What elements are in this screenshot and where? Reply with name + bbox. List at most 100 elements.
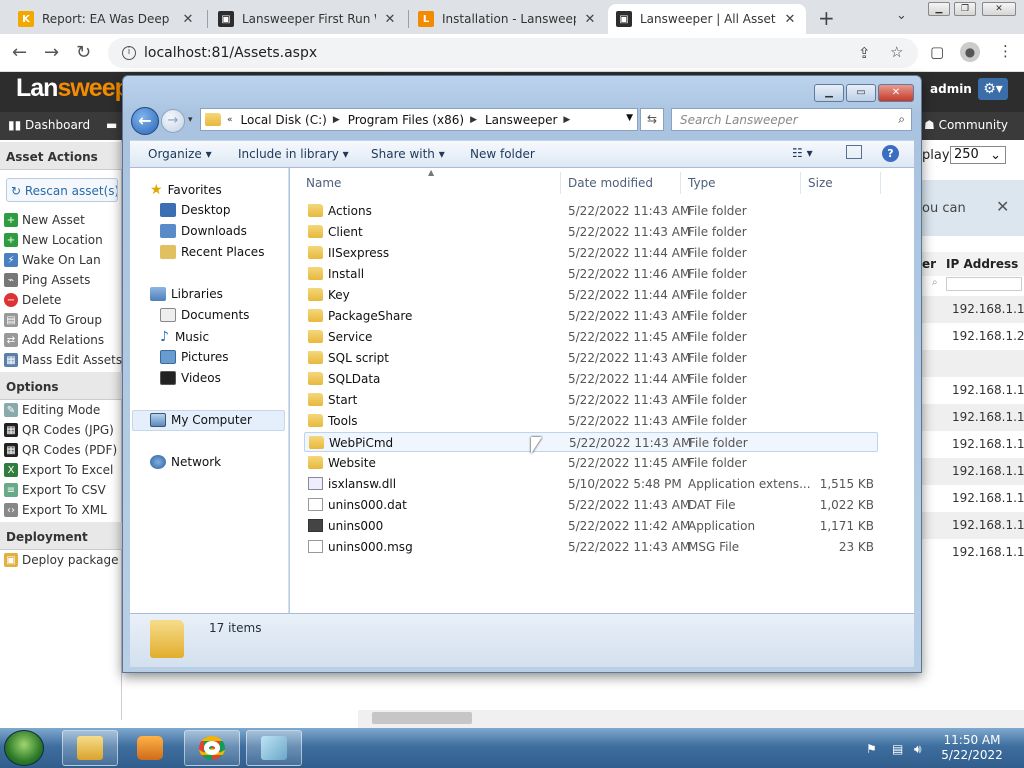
display-count-select[interactable]: 250 ⌄: [950, 146, 1006, 164]
start-button[interactable]: [4, 730, 44, 766]
preview-pane-icon[interactable]: [846, 145, 862, 159]
action-ping-assets[interactable]: ⌁ Ping Assets: [4, 273, 90, 287]
close-window-button[interactable]: ✕: [878, 84, 914, 102]
browser-minimize-button[interactable]: ▁: [928, 2, 950, 16]
table-row[interactable]: 192.168.1.15: [922, 512, 1024, 539]
action-wake-on-lan[interactable]: ⚡ Wake On Lan: [4, 253, 101, 267]
close-tab-icon[interactable]: ✕: [582, 12, 598, 27]
action-add-relations[interactable]: ⇄ Add Relations: [4, 333, 104, 347]
new-folder-button[interactable]: New folder: [470, 147, 535, 161]
option-editing-mode[interactable]: ✎ Editing Mode: [4, 403, 100, 417]
close-tab-icon[interactable]: ✕: [382, 12, 398, 27]
explorer-back-button[interactable]: ←: [131, 107, 159, 135]
address-dropdown-icon[interactable]: ▼: [626, 113, 633, 123]
file-row[interactable]: SQL script 5/22/2022 11:43 AM File folder: [304, 348, 878, 368]
side-panel-icon[interactable]: ▢: [930, 43, 944, 61]
table-row[interactable]: 192.168.1.1: [922, 296, 1024, 323]
recent-pages-chevron-icon[interactable]: ▾: [188, 115, 193, 125]
file-row[interactable]: Start 5/22/2022 11:43 AM File folder: [304, 390, 878, 410]
column-name[interactable]: Name: [306, 176, 341, 190]
maximize-button[interactable]: ▭: [846, 84, 876, 102]
browser-tab-1[interactable]: K Report: EA Was Deep In N ✕: [10, 4, 204, 34]
file-row[interactable]: Tools 5/22/2022 11:43 AM File folder: [304, 411, 878, 431]
file-row[interactable]: unins000.msg 5/22/2022 11:43 AM MSG File 23…: [304, 537, 878, 557]
lansweeper-logo[interactable]: Lansweep: [16, 74, 130, 103]
action-delete[interactable]: − Delete: [4, 293, 61, 307]
rescan-button[interactable]: ↻ Rescan asset(s): [6, 178, 118, 202]
file-row[interactable]: Install 5/22/2022 11:46 AM File folder: [304, 264, 878, 284]
explorer-address-bar[interactable]: « Local Disk (C:) ▶ Program Files (x86) ▶ …: [200, 108, 638, 131]
action-new-location[interactable]: + New Location: [4, 233, 103, 247]
file-row[interactable]: SQLData 5/22/2022 11:44 AM File folder: [304, 369, 878, 389]
file-row[interactable]: Key 5/22/2022 11:44 AM File folder: [304, 285, 878, 305]
action-add-to-group[interactable]: ▤ Add To Group: [4, 313, 102, 327]
action-center-icon[interactable]: ⚑: [866, 742, 877, 756]
share-with-button[interactable]: Share with ▾: [371, 147, 445, 161]
new-tab-button[interactable]: +: [818, 6, 835, 30]
close-notice-icon[interactable]: ✕: [996, 197, 1009, 216]
file-row[interactable]: Actions 5/22/2022 11:43 AM File folder: [304, 201, 878, 221]
explorer-search-input[interactable]: Search Lansweeper ⌕: [671, 108, 912, 131]
forward-arrow-icon[interactable]: →: [44, 42, 59, 63]
browser-tab-2[interactable]: ▣ Lansweeper First Run Wiz ✕: [210, 4, 406, 34]
organize-button[interactable]: Organize ▾: [148, 147, 212, 161]
back-arrow-icon[interactable]: ←: [12, 42, 27, 63]
column-size[interactable]: Size: [808, 176, 833, 190]
file-row[interactable]: Service 5/22/2022 11:45 AM File folder: [304, 327, 878, 347]
option-qr-jpg[interactable]: ▦ QR Codes (JPG): [4, 423, 114, 437]
table-row[interactable]: 192.168.1.11: [922, 404, 1024, 431]
tab-search-chevron-icon[interactable]: ⌄: [896, 8, 907, 23]
bookmark-star-icon[interactable]: ☆: [890, 43, 903, 61]
option-export-xml[interactable]: ‹› Export To XML: [4, 503, 107, 517]
file-row[interactable]: Client 5/22/2022 11:43 AM File folder: [304, 222, 878, 242]
browser-tab-4-active[interactable]: ▣ Lansweeper | All Assets ✕: [608, 4, 806, 34]
browser-close-button[interactable]: ✕: [982, 2, 1016, 16]
action-mass-edit[interactable]: ▦ Mass Edit Assets: [4, 353, 122, 367]
file-row[interactable]: unins000.dat 5/22/2022 11:43 AM DAT File 1,…: [304, 495, 878, 515]
option-export-csv[interactable]: ≡ Export To CSV: [4, 483, 106, 497]
grid-filter-row[interactable]: ⌕: [922, 276, 1024, 294]
table-row[interactable]: 192.168.1.14: [922, 485, 1024, 512]
help-icon[interactable]: ?: [882, 145, 899, 162]
include-in-library-button[interactable]: Include in library ▾: [238, 147, 349, 161]
column-date-modified[interactable]: Date modified: [568, 176, 653, 190]
nav-desktop[interactable]: Desktop: [160, 203, 231, 217]
file-row[interactable]: isxlansw.dll 5/10/2022 5:48 PM Application…: [304, 474, 878, 494]
refresh-button[interactable]: ⇆: [640, 108, 664, 131]
table-row[interactable]: 192.168.1.25: [922, 323, 1024, 350]
nav-videos[interactable]: Videos: [160, 371, 221, 385]
taskbar-chrome[interactable]: [184, 730, 240, 766]
deploy-package[interactable]: ▣ Deploy package: [4, 553, 119, 567]
table-row[interactable]: [922, 350, 1024, 377]
volume-icon[interactable]: 🔊︎: [914, 742, 922, 757]
close-tab-icon[interactable]: ✕: [782, 12, 798, 27]
nav-music[interactable]: ♪ Music: [160, 329, 209, 345]
nav-documents[interactable]: Documents: [160, 308, 249, 322]
file-row[interactable]: IISexpress 5/22/2022 11:44 AM File folder: [304, 243, 878, 263]
breadcrumb-local-disk[interactable]: Local Disk (C:): [241, 113, 327, 127]
site-info-icon[interactable]: i: [122, 46, 136, 60]
table-row[interactable]: 192.168.1.13: [922, 458, 1024, 485]
change-view-icon[interactable]: ☷ ▾: [792, 146, 813, 160]
nav-pictures[interactable]: Pictures: [160, 350, 229, 364]
settings-gear-icon[interactable]: ⚙▾: [978, 78, 1008, 100]
nav-dashboard[interactable]: ▮▮ Dashboard: [8, 118, 90, 132]
address-bar[interactable]: i localhost:81/Assets.aspx: [108, 38, 918, 68]
system-clock[interactable]: 11:50 AM 5/22/2022: [932, 733, 1012, 763]
network-tray-icon[interactable]: ▤: [892, 742, 903, 756]
nav-favorites[interactable]: ★ Favorites: [150, 182, 222, 198]
menu-kebab-icon[interactable]: ⋮: [998, 42, 1013, 60]
table-row[interactable]: 192.168.1.12: [922, 431, 1024, 458]
close-tab-icon[interactable]: ✕: [180, 12, 196, 27]
browser-tab-3[interactable]: L Installation - Lansweeper ✕: [410, 4, 606, 34]
nav-partial-item[interactable]: ▬: [106, 118, 117, 132]
nav-my-computer[interactable]: My Computer: [150, 413, 252, 427]
column-type[interactable]: Type: [688, 176, 716, 190]
option-export-excel[interactable]: X Export To Excel: [4, 463, 113, 477]
action-new-asset[interactable]: + New Asset: [4, 213, 85, 227]
file-row[interactable]: PackageShare 5/22/2022 11:43 AM File folde…: [304, 306, 878, 326]
nav-downloads[interactable]: Downloads: [160, 224, 247, 238]
nav-community[interactable]: ☗ Community: [924, 118, 1008, 132]
option-qr-pdf[interactable]: ▦ QR Codes (PDF): [4, 443, 117, 457]
browser-restore-button[interactable]: ❐: [954, 2, 976, 16]
